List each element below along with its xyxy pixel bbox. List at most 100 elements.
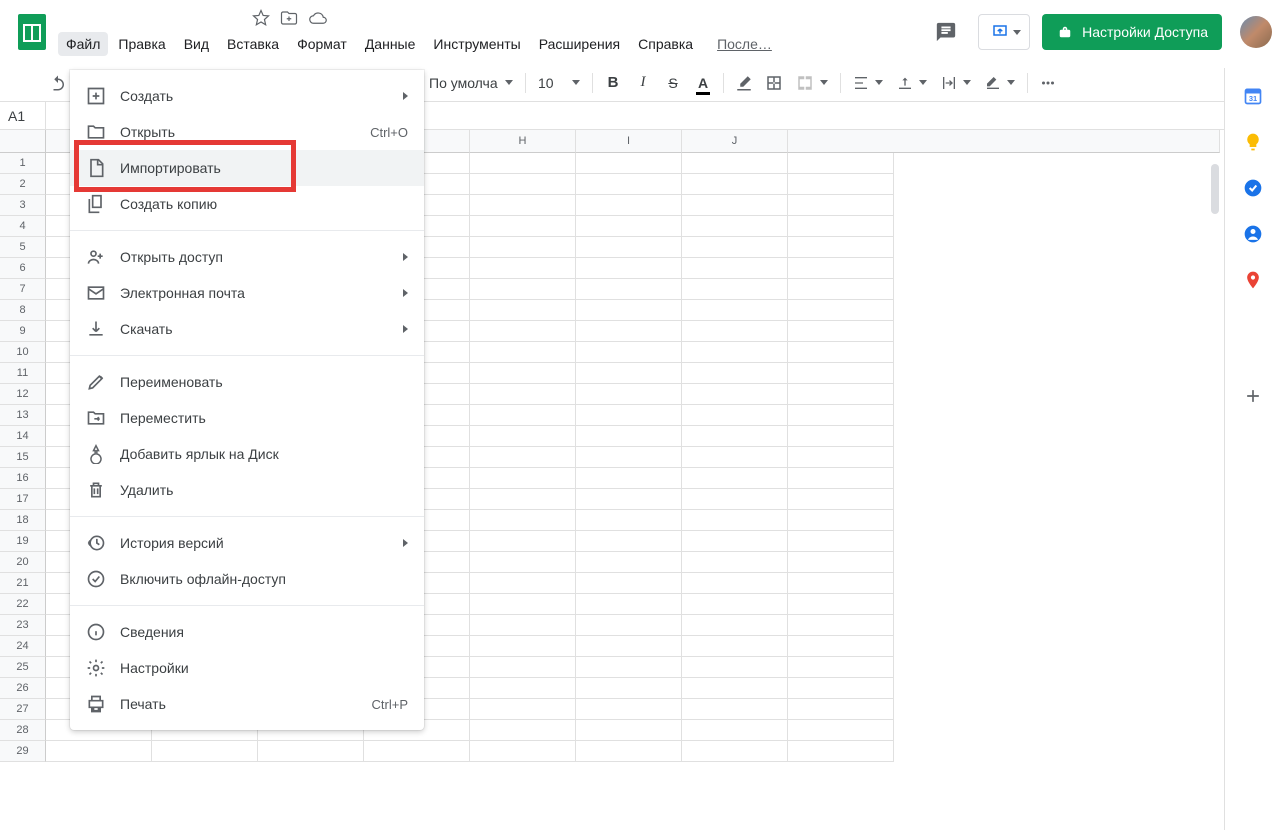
cell[interactable] bbox=[470, 489, 576, 510]
cell[interactable] bbox=[682, 741, 788, 762]
cell[interactable] bbox=[682, 321, 788, 342]
cell[interactable] bbox=[788, 594, 894, 615]
row-header[interactable]: 12 bbox=[0, 384, 46, 405]
cell[interactable] bbox=[364, 741, 470, 762]
row-header[interactable]: 17 bbox=[0, 489, 46, 510]
row-header[interactable]: 3 bbox=[0, 195, 46, 216]
valign-button[interactable] bbox=[891, 69, 933, 97]
column-header[interactable]: J bbox=[682, 130, 788, 153]
cell[interactable] bbox=[788, 195, 894, 216]
menu-tools[interactable]: Инструменты bbox=[425, 32, 528, 56]
cell[interactable] bbox=[576, 279, 682, 300]
cell[interactable] bbox=[682, 678, 788, 699]
halign-button[interactable] bbox=[847, 69, 889, 97]
row-header[interactable]: 13 bbox=[0, 405, 46, 426]
cell[interactable] bbox=[682, 468, 788, 489]
row-header[interactable]: 4 bbox=[0, 216, 46, 237]
menu-help[interactable]: Справка bbox=[630, 32, 701, 56]
cell[interactable] bbox=[788, 741, 894, 762]
cell[interactable] bbox=[682, 300, 788, 321]
cell[interactable] bbox=[576, 195, 682, 216]
cell[interactable] bbox=[682, 258, 788, 279]
cell[interactable] bbox=[470, 510, 576, 531]
cell[interactable] bbox=[470, 720, 576, 741]
menu-edit[interactable]: Правка bbox=[110, 32, 173, 56]
menu-rename[interactable]: Переименовать bbox=[70, 364, 424, 400]
cell[interactable] bbox=[682, 447, 788, 468]
menu-extensions[interactable]: Расширения bbox=[531, 32, 628, 56]
cell[interactable] bbox=[258, 741, 364, 762]
italic-button[interactable]: I bbox=[629, 69, 657, 97]
cell[interactable] bbox=[576, 720, 682, 741]
cell[interactable] bbox=[682, 510, 788, 531]
cell[interactable] bbox=[576, 363, 682, 384]
cell[interactable] bbox=[788, 216, 894, 237]
row-header[interactable]: 20 bbox=[0, 552, 46, 573]
cell[interactable] bbox=[788, 321, 894, 342]
cell[interactable] bbox=[682, 279, 788, 300]
menu-move[interactable]: Переместить bbox=[70, 400, 424, 436]
cell[interactable] bbox=[576, 216, 682, 237]
row-header[interactable]: 16 bbox=[0, 468, 46, 489]
row-header[interactable]: 11 bbox=[0, 363, 46, 384]
cell[interactable] bbox=[682, 489, 788, 510]
text-color-button[interactable]: A bbox=[689, 69, 717, 97]
cell[interactable] bbox=[470, 426, 576, 447]
row-header[interactable]: 24 bbox=[0, 636, 46, 657]
row-header[interactable]: 1 bbox=[0, 153, 46, 174]
more-tools-button[interactable] bbox=[1034, 69, 1062, 97]
cell[interactable] bbox=[788, 174, 894, 195]
menu-insert[interactable]: Вставка bbox=[219, 32, 287, 56]
row-header[interactable]: 23 bbox=[0, 615, 46, 636]
cell[interactable] bbox=[788, 342, 894, 363]
cell[interactable] bbox=[470, 321, 576, 342]
cell[interactable] bbox=[576, 657, 682, 678]
undo-button[interactable] bbox=[44, 69, 72, 97]
menu-details[interactable]: Сведения bbox=[70, 614, 424, 650]
cell[interactable] bbox=[682, 195, 788, 216]
column-header[interactable]: I bbox=[576, 130, 682, 153]
cell[interactable] bbox=[788, 153, 894, 174]
cell[interactable] bbox=[470, 405, 576, 426]
cell[interactable] bbox=[788, 699, 894, 720]
row-header[interactable]: 29 bbox=[0, 741, 46, 762]
cell[interactable] bbox=[788, 657, 894, 678]
cell[interactable] bbox=[470, 174, 576, 195]
rotation-button[interactable] bbox=[979, 69, 1021, 97]
comments-button[interactable] bbox=[926, 12, 966, 52]
cell[interactable] bbox=[470, 552, 576, 573]
cell[interactable] bbox=[576, 699, 682, 720]
cell[interactable] bbox=[470, 195, 576, 216]
row-header[interactable]: 26 bbox=[0, 678, 46, 699]
cell[interactable] bbox=[470, 636, 576, 657]
cell[interactable] bbox=[682, 594, 788, 615]
cell[interactable] bbox=[470, 573, 576, 594]
row-header[interactable]: 2 bbox=[0, 174, 46, 195]
cell[interactable] bbox=[470, 363, 576, 384]
menu-data[interactable]: Данные bbox=[357, 32, 424, 56]
fill-color-button[interactable] bbox=[730, 69, 758, 97]
cell[interactable] bbox=[576, 468, 682, 489]
cell[interactable] bbox=[576, 174, 682, 195]
cell[interactable] bbox=[152, 741, 258, 762]
cell[interactable] bbox=[470, 258, 576, 279]
cell[interactable] bbox=[576, 573, 682, 594]
cell[interactable] bbox=[470, 384, 576, 405]
cell[interactable] bbox=[470, 594, 576, 615]
cell[interactable] bbox=[576, 258, 682, 279]
row-header[interactable]: 14 bbox=[0, 426, 46, 447]
name-box[interactable]: A1 bbox=[0, 102, 46, 129]
merge-cells-button[interactable] bbox=[790, 69, 834, 97]
cell[interactable] bbox=[470, 699, 576, 720]
cell[interactable] bbox=[470, 678, 576, 699]
menu-file[interactable]: Файл bbox=[58, 32, 108, 56]
cell[interactable] bbox=[788, 489, 894, 510]
cell[interactable] bbox=[470, 237, 576, 258]
cell[interactable] bbox=[470, 657, 576, 678]
cell[interactable] bbox=[682, 699, 788, 720]
cell[interactable] bbox=[470, 300, 576, 321]
strikethrough-button[interactable]: S bbox=[659, 69, 687, 97]
cell[interactable] bbox=[682, 615, 788, 636]
cell[interactable] bbox=[788, 258, 894, 279]
row-header[interactable]: 22 bbox=[0, 594, 46, 615]
